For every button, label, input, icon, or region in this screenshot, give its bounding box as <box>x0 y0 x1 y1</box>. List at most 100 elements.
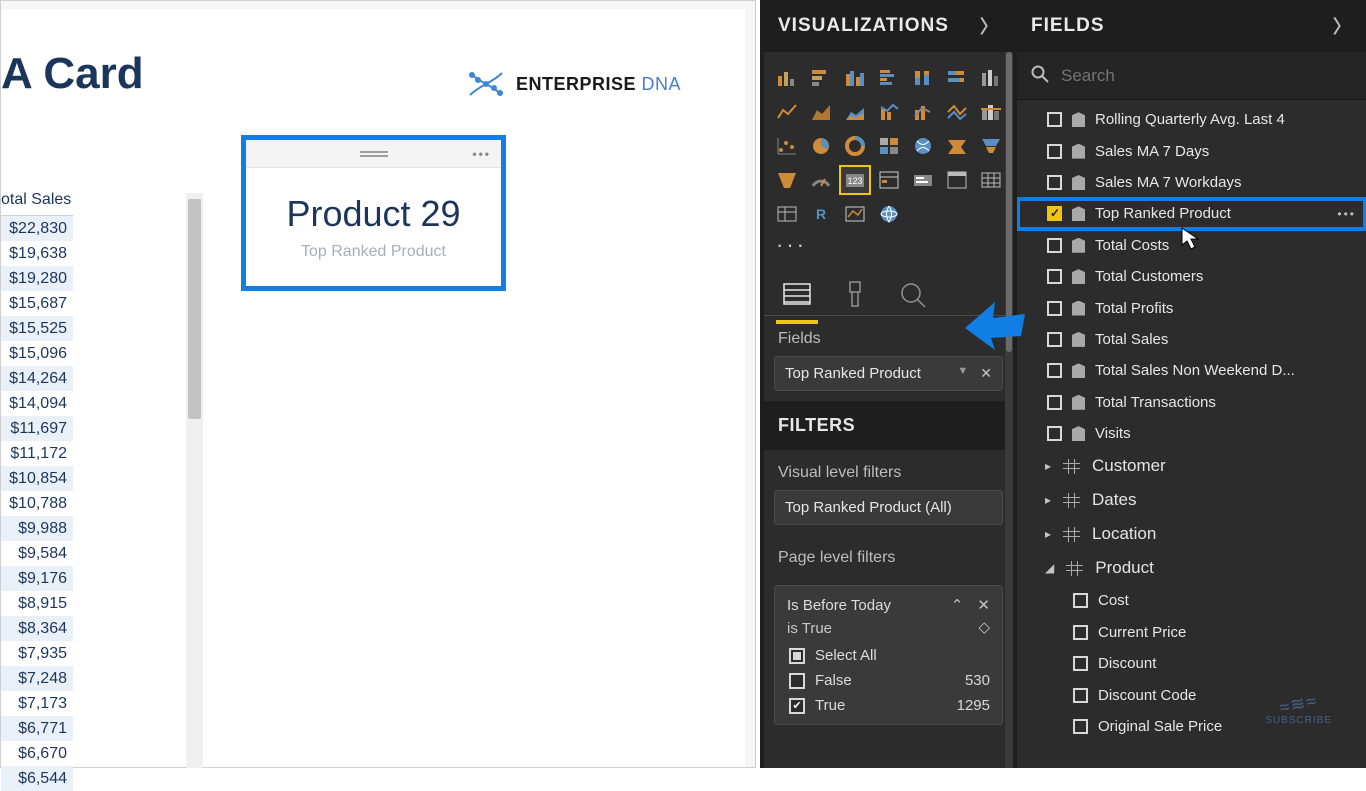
viz-type-icon[interactable] <box>942 98 972 126</box>
viz-type-icon[interactable] <box>874 166 904 194</box>
field-column[interactable]: Discount <box>1017 648 1366 679</box>
viz-type-icon[interactable] <box>908 64 938 92</box>
more-icon[interactable]: ••• <box>1337 207 1356 221</box>
field-column[interactable]: Current Price <box>1017 617 1366 648</box>
viz-type-icon[interactable] <box>806 98 836 126</box>
checkbox-icon[interactable] <box>1073 719 1088 734</box>
caret-right-icon[interactable]: ▸ <box>1045 493 1051 507</box>
viz-type-icon[interactable] <box>806 64 836 92</box>
sales-cell[interactable]: $15,525 <box>1 316 73 341</box>
viz-type-icon[interactable] <box>874 64 904 92</box>
viz-type-icon[interactable] <box>840 132 870 160</box>
tab-format[interactable] <box>840 280 870 312</box>
visualizations-header[interactable]: VISUALIZATIONS 〉 <box>764 0 1013 52</box>
sales-cell[interactable]: $9,988 <box>1 516 73 541</box>
field-measure[interactable]: Total Customers <box>1017 261 1366 292</box>
sales-cell[interactable]: $10,854 <box>1 466 73 491</box>
checkbox-icon[interactable] <box>1047 301 1062 316</box>
sales-table[interactable]: otal Sales $22,830$19,638$19,280$15,687$… <box>1 187 73 791</box>
card-header[interactable]: ••• <box>246 140 501 168</box>
checkbox-icon[interactable] <box>789 698 805 714</box>
field-measure[interactable]: Total Transactions <box>1017 387 1366 418</box>
viz-type-icon[interactable] <box>806 166 836 194</box>
scroll-thumb[interactable] <box>188 199 201 419</box>
viz-type-icon[interactable] <box>976 132 1006 160</box>
filter-option[interactable]: True1295 <box>787 697 990 714</box>
card-visual[interactable]: ••• Product 29 Top Ranked Product <box>241 135 506 291</box>
checkbox-icon[interactable] <box>1047 332 1062 347</box>
field-measure[interactable]: Total Profits <box>1017 292 1366 323</box>
sales-cell[interactable]: $19,280 <box>1 266 73 291</box>
sales-cell[interactable]: $15,687 <box>1 291 73 316</box>
sales-cell[interactable]: $8,364 <box>1 616 73 641</box>
vis-pane-scroll-thumb[interactable] <box>1006 52 1012 352</box>
sales-cell[interactable]: $11,697 <box>1 416 73 441</box>
viz-type-icon[interactable] <box>908 132 938 160</box>
tab-fields[interactable] <box>782 280 812 312</box>
viz-type-icon[interactable] <box>908 166 938 194</box>
chevron-right-icon[interactable]: 〉 <box>980 13 999 39</box>
field-measure[interactable]: Top Ranked Product••• <box>1017 198 1366 229</box>
field-measure[interactable]: Total Sales <box>1017 324 1366 355</box>
checkbox-icon[interactable] <box>1073 625 1088 640</box>
sales-cell[interactable]: $15,096 <box>1 341 73 366</box>
filter-option[interactable]: False530 <box>787 672 990 689</box>
sales-cell[interactable]: $10,788 <box>1 491 73 516</box>
field-table[interactable]: ▸Customer <box>1017 449 1366 483</box>
viz-type-icon[interactable] <box>772 64 802 92</box>
viz-type-icon[interactable] <box>806 132 836 160</box>
collapse-icon[interactable]: ⌃ <box>951 596 964 614</box>
field-measure[interactable]: Total Costs <box>1017 230 1366 261</box>
checkbox-icon[interactable] <box>1047 238 1062 253</box>
viz-type-icon[interactable] <box>840 98 870 126</box>
sales-cell[interactable]: $9,176 <box>1 566 73 591</box>
drag-handle-icon[interactable] <box>360 151 388 157</box>
table-scrollbar[interactable] <box>186 193 203 768</box>
caret-right-icon[interactable]: ▸ <box>1045 459 1051 473</box>
checkbox-icon[interactable] <box>1047 426 1062 441</box>
field-table[interactable]: ◢Product <box>1017 551 1366 585</box>
viz-type-icon[interactable] <box>976 166 1006 194</box>
tab-analytics[interactable] <box>898 280 928 312</box>
caret-down-icon[interactable]: ◢ <box>1045 561 1054 575</box>
filter-option[interactable]: Select All <box>787 647 990 664</box>
field-table[interactable]: ▸Location <box>1017 517 1366 551</box>
sales-cell[interactable]: $7,935 <box>1 641 73 666</box>
viz-type-icon[interactable] <box>874 132 904 160</box>
field-measure[interactable]: Visits <box>1017 418 1366 449</box>
sales-cell[interactable]: $22,830 <box>1 216 73 241</box>
sales-cell[interactable]: $11,172 <box>1 441 73 466</box>
field-measure[interactable]: Sales MA 7 Days <box>1017 135 1366 166</box>
sales-cell[interactable]: $9,584 <box>1 541 73 566</box>
field-well-item[interactable]: Top Ranked Product ▼ ✕ <box>774 356 1003 391</box>
card-more-icon[interactable]: ••• <box>472 147 491 161</box>
sales-cell[interactable]: $7,248 <box>1 666 73 691</box>
sales-cell[interactable]: $6,544 <box>1 766 73 791</box>
field-table[interactable]: ▸Dates <box>1017 483 1366 517</box>
sales-cell[interactable]: $14,094 <box>1 391 73 416</box>
viz-type-icon[interactable]: R <box>806 200 836 228</box>
viz-type-icon[interactable]: 123 <box>840 166 870 194</box>
search-input[interactable] <box>1061 66 1352 86</box>
viz-type-icon[interactable] <box>942 132 972 160</box>
chevron-right-icon[interactable]: 〉 <box>1333 13 1352 39</box>
caret-right-icon[interactable]: ▸ <box>1045 527 1051 541</box>
checkbox-icon[interactable] <box>1047 363 1062 378</box>
sales-cell[interactable]: $14,264 <box>1 366 73 391</box>
viz-type-icon[interactable] <box>840 200 870 228</box>
viz-type-icon[interactable] <box>772 200 802 228</box>
viz-type-icon[interactable] <box>874 98 904 126</box>
sales-cell[interactable]: $8,915 <box>1 591 73 616</box>
viz-type-icon[interactable] <box>976 64 1006 92</box>
remove-field-icon[interactable]: ✕ <box>980 365 992 382</box>
sales-cell[interactable]: $7,173 <box>1 691 73 716</box>
viz-type-icon[interactable] <box>772 132 802 160</box>
checkbox-icon[interactable] <box>1047 112 1062 127</box>
field-column[interactable]: Cost <box>1017 585 1366 616</box>
eraser-icon[interactable]: ◇ <box>978 618 990 636</box>
checkbox-icon[interactable] <box>1047 175 1062 190</box>
checkbox-icon[interactable] <box>1073 656 1088 671</box>
sales-cell[interactable]: $6,670 <box>1 741 73 766</box>
viz-type-icon[interactable] <box>908 98 938 126</box>
sales-cell[interactable]: $6,771 <box>1 716 73 741</box>
